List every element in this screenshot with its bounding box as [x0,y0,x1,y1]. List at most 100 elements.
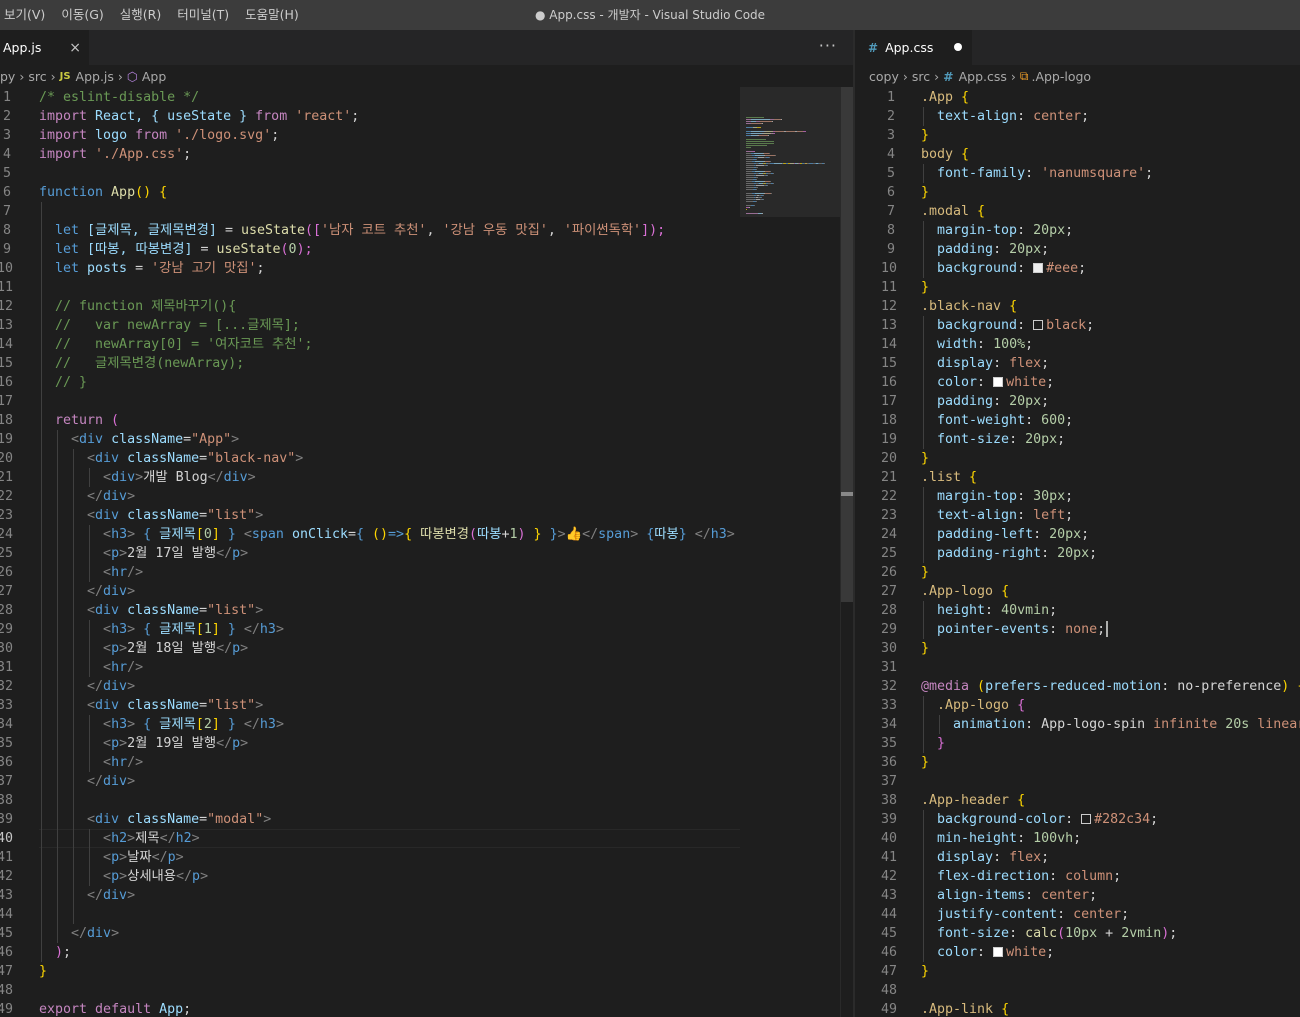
code-line[interactable]: 44 justify-content: center; [855,905,1300,924]
code-line[interactable]: 36} [855,753,1300,772]
code-line[interactable]: 34 animation: App-logo-spin infinite 20s… [855,715,1300,734]
code-line[interactable]: 5 font-family: 'nanumsquare'; [855,164,1300,183]
code-line[interactable]: 13 // var newArray = [...글제목]; [0,316,853,335]
code-line[interactable]: 16 color: ■white; [855,373,1300,392]
code-line[interactable]: 27 </div> [0,582,853,601]
close-icon[interactable]: × [69,40,81,56]
code-line[interactable]: 22 margin-top: 30px; [855,487,1300,506]
code-line[interactable]: 46 color: ■white; [855,943,1300,962]
code-line[interactable]: 43 </div> [0,886,853,905]
code-line[interactable]: 29 <h3> { 글제목[1] } </h3> [0,620,853,639]
code-line[interactable]: 7 .modal { [855,202,1300,221]
code-line[interactable]: 12 // function 제목바꾸기(){ [0,297,853,316]
more-actions-icon[interactable]: ··· [819,36,837,55]
code-line[interactable]: 47} [0,962,853,981]
breadcrumb-symbol[interactable]: .App-logo [1031,69,1091,84]
code-line[interactable]: 48 [855,981,1300,1000]
code-line[interactable]: 10 background: ■#eee; [855,259,1300,278]
code-line[interactable]: 33 .App-logo { [855,696,1300,715]
code-line[interactable]: 30 <p>2월 18일 발행</p> [0,639,853,658]
code-line[interactable]: 47} [855,962,1300,981]
breadcrumb-symbol[interactable]: App [142,69,166,84]
code-line[interactable]: 2 import React, { useState } from 'react'… [0,107,853,126]
code-line[interactable]: 39 background-color: □#282c34; [855,810,1300,829]
code-line[interactable]: 19 <div className="App"> [0,430,853,449]
vertical-scrollbar[interactable] [840,87,853,1017]
breadcrumb-folder[interactable]: py [0,69,15,84]
code-line[interactable]: 28 <div className="list"> [0,601,853,620]
code-line[interactable]: 4 body { [855,145,1300,164]
breadcrumb-folder[interactable]: copy [869,69,899,84]
code-line[interactable]: 24 padding-left: 20px; [855,525,1300,544]
breadcrumb-file[interactable]: App.css [959,69,1007,84]
code-line[interactable]: 43 align-items: center; [855,886,1300,905]
code-line[interactable]: 44 [0,905,853,924]
code-line[interactable]: 32 @media (prefers-reduced-motion: no-pre… [855,677,1300,696]
code-line[interactable]: 20 <div className="black-nav"> [0,449,853,468]
code-editor-app-js[interactable]: 1 /* eslint-disable */ 2 import React, { us… [0,87,853,1017]
code-line[interactable]: 23 <div className="list"> [0,506,853,525]
code-line[interactable]: 31 [855,658,1300,677]
code-line[interactable]: 49 export default App; [0,1000,853,1017]
code-line[interactable]: 16 // } [0,373,853,392]
code-line[interactable]: 40 min-height: 100vh; [855,829,1300,848]
code-line[interactable]: 24 <h3> { 글제목[0] } <span onClick={ ()=>{… [0,525,853,544]
code-line[interactable]: 39 <div className="modal"> [0,810,853,829]
menu-go[interactable]: 이동(G) [53,0,111,30]
code-line[interactable]: 17 [0,392,853,411]
code-line[interactable]: 37 </div> [0,772,853,791]
code-line[interactable]: 17 padding: 20px; [855,392,1300,411]
code-line[interactable]: 3 import logo from './logo.svg'; [0,126,853,145]
code-line[interactable]: 26 <hr/> [0,563,853,582]
code-line[interactable]: 2 text-align: center; [855,107,1300,126]
menu-help[interactable]: 도움말(H) [237,0,307,30]
minimap[interactable] [740,87,840,1017]
code-line[interactable]: 37 [855,772,1300,791]
code-line[interactable]: 38 [0,791,853,810]
tab-app-css[interactable]: # App.css [855,30,972,65]
code-line[interactable]: 18 font-weight: 600; [855,411,1300,430]
code-line[interactable]: 7 [0,202,853,221]
code-line[interactable]: 28 height: 40vmin; [855,601,1300,620]
code-line[interactable]: 38 .App-header { [855,791,1300,810]
code-line[interactable]: 34 <h3> { 글제목[2] } </h3> [0,715,853,734]
code-line[interactable]: 30} [855,639,1300,658]
code-line[interactable]: 49 .App-link { [855,1000,1300,1017]
code-line[interactable]: 32 </div> [0,677,853,696]
code-line[interactable]: 6 function App() { [0,183,853,202]
code-editor-app-css[interactable]: 1 .App {2 text-align: center; 3} 4 body {5 f… [855,87,1300,1017]
code-line[interactable]: 46 ); [0,943,853,962]
code-line[interactable]: 29 pointer-events: none; [855,620,1300,639]
code-line[interactable]: 5 [0,164,853,183]
code-line[interactable]: 42 flex-direction: column; [855,867,1300,886]
code-line[interactable]: 35 } [855,734,1300,753]
code-line[interactable]: 25 padding-right: 20px; [855,544,1300,563]
code-line[interactable]: 33 <div className="list"> [0,696,853,715]
code-line[interactable]: 45 </div> [0,924,853,943]
code-line[interactable]: 42 <p>상세내용</p> [0,867,853,886]
code-line[interactable]: 45 font-size: calc(10px + 2vmin); [855,924,1300,943]
menu-view[interactable]: 보기(V) [0,0,53,30]
code-line[interactable]: 21 .list { [855,468,1300,487]
code-line[interactable]: 8 let [글제목, 글제목변경] = useState(['남자 코트 추천… [0,221,853,240]
code-line[interactable]: 15 // 글제목변경(newArray); [0,354,853,373]
code-line[interactable]: 9 let [따봉, 따봉변경] = useState(0); [0,240,853,259]
code-line[interactable]: 4 import './App.css'; [0,145,853,164]
code-line[interactable]: 3} [855,126,1300,145]
code-line[interactable]: 25 <p>2월 17일 발행</p> [0,544,853,563]
code-line[interactable]: 12 .black-nav { [855,297,1300,316]
breadcrumb-src[interactable]: src [912,69,930,84]
menu-run[interactable]: 실행(R) [112,0,169,30]
code-line[interactable]: 41 display: flex; [855,848,1300,867]
code-line[interactable]: 1 .App { [855,88,1300,107]
code-line[interactable]: 31 <hr/> [0,658,853,677]
code-line[interactable]: 48 [0,981,853,1000]
code-line[interactable]: 20} [855,449,1300,468]
code-line[interactable]: 11} [855,278,1300,297]
scrollbar-thumb[interactable] [841,87,853,602]
breadcrumb-file[interactable]: App.js [76,69,114,84]
code-line[interactable]: 18 return ( [0,411,853,430]
code-line[interactable]: 41 <p>날짜</p> [0,848,853,867]
code-line[interactable]: 35 <p>2월 19일 발행</p> [0,734,853,753]
code-line[interactable]: 27 .App-logo { [855,582,1300,601]
